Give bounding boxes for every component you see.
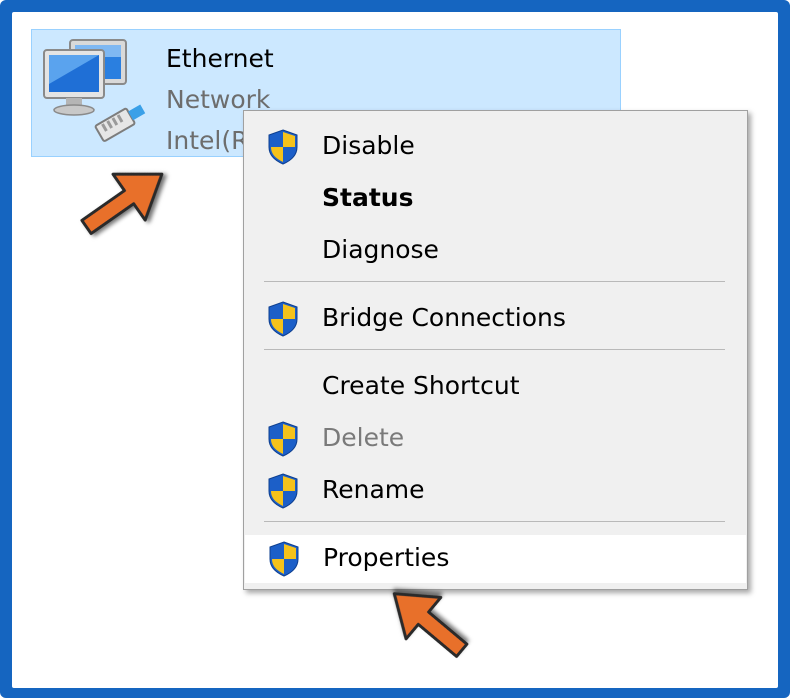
uac-shield-icon — [269, 541, 299, 577]
network-adapter-icon — [43, 39, 146, 142]
menu-separator — [264, 349, 725, 350]
uac-shield-icon — [268, 301, 298, 337]
menu-item-label: Disable — [322, 131, 415, 160]
menu-item-label: Diagnose — [322, 235, 439, 264]
pointer-arrow-icon — [392, 592, 469, 658]
menu-separator — [264, 521, 725, 522]
menu-item-label: Create Shortcut — [322, 371, 520, 400]
menu-item-properties[interactable]: Properties — [245, 535, 746, 583]
menu-item-label: Delete — [322, 423, 405, 452]
menu-item-delete: Delete — [244, 415, 747, 461]
pointer-arrow-icon — [80, 172, 164, 236]
uac-shield-icon — [268, 421, 298, 457]
menu-item-status[interactable]: Status — [244, 175, 747, 221]
uac-shield-icon — [268, 473, 298, 509]
menu-separator — [264, 281, 725, 282]
uac-shield-icon — [268, 129, 298, 165]
menu-item-label: Bridge Connections — [322, 303, 566, 332]
menu-item-disable[interactable]: Disable — [244, 123, 747, 169]
menu-item-label: Status — [322, 183, 414, 212]
adapter-name: Ethernet — [166, 44, 274, 73]
menu-item-label: Rename — [322, 475, 425, 504]
menu-item-create-shortcut[interactable]: Create Shortcut — [244, 363, 747, 409]
context-menu: Disable Status Diagnose Bridge Connectio… — [243, 110, 748, 590]
menu-item-diagnose[interactable]: Diagnose — [244, 227, 747, 273]
menu-item-rename[interactable]: Rename — [244, 467, 747, 513]
menu-item-bridge-connections[interactable]: Bridge Connections — [244, 295, 747, 341]
